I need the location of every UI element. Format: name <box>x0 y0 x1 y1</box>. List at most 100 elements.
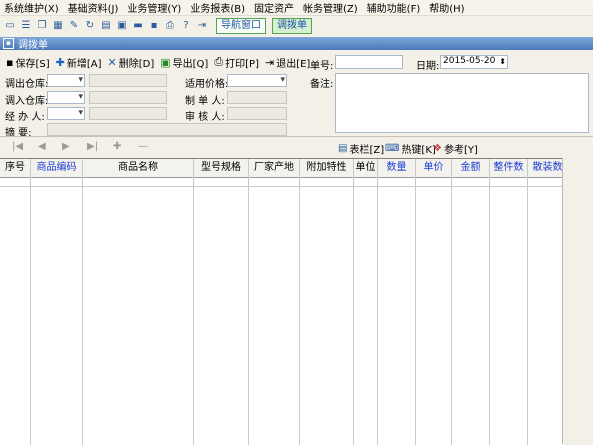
add-record-icon[interactable]: ✚ <box>113 141 121 152</box>
out-warehouse-select[interactable] <box>47 74 85 87</box>
plus-icon: ✚ <box>55 55 65 69</box>
keyboard-icon: ⌨ <box>385 143 400 154</box>
date-spinner-icon[interactable]: ⬍ <box>499 56 506 67</box>
add-button[interactable]: ✚ 新增[A] <box>56 55 102 70</box>
handler-label: 经 办 人: <box>5 112 45 123</box>
columns-button[interactable]: ▤ 表栏[Z] <box>338 141 384 156</box>
doc-no-input[interactable] <box>335 55 403 69</box>
save-icon[interactable]: ▪ <box>147 19 161 33</box>
export-icon[interactable]: ⇥ <box>195 19 209 33</box>
stack-icon[interactable]: ▤ <box>99 19 113 33</box>
menu-accounts[interactable]: 帐务管理(Z) <box>299 0 363 15</box>
grid-side-panel <box>562 158 593 444</box>
out-warehouse-label: 调出仓库: <box>5 79 49 90</box>
prev-record-icon[interactable]: ◀ <box>38 141 46 152</box>
window-icon: ▪ <box>3 38 14 49</box>
print-icon[interactable]: ⎙ <box>163 19 177 33</box>
reviewer-field <box>227 107 287 120</box>
remarks-textarea[interactable] <box>335 73 589 133</box>
in-warehouse-select[interactable] <box>47 91 85 104</box>
in-warehouse-name <box>89 91 167 104</box>
column-header-1[interactable]: 序号 <box>0 159 31 177</box>
column-header-3[interactable]: 商品名称 <box>83 159 194 177</box>
column-header-8[interactable]: 数量 <box>378 159 416 177</box>
reviewer-label: 审 核 人: <box>185 112 225 123</box>
menu-auxiliary[interactable]: 辅助功能(F) <box>363 0 426 15</box>
column-header-7[interactable]: 单位 <box>354 159 378 177</box>
next-record-icon[interactable]: ▶ <box>62 141 70 152</box>
price-select[interactable] <box>227 74 287 87</box>
handler-name <box>89 107 167 120</box>
price-label: 适用价格: <box>185 79 229 90</box>
menu-system[interactable]: 系统维护(X) <box>0 0 64 15</box>
grid-column-line <box>451 159 452 445</box>
grid-column-line <box>193 159 194 445</box>
quick-toolbar: ▭ ☰ ❐ ▦ ✎ ↻ ▤ ▣ ▬ ▪ ⎙ ? ⇥ 导航窗口 调拨单 <box>0 16 593 35</box>
column-header-5[interactable]: 厂家产地 <box>249 159 300 177</box>
remarks-label: 备注: <box>310 79 334 90</box>
in-warehouse-label: 调入仓库: <box>5 96 49 107</box>
remove-record-icon[interactable]: — <box>138 141 148 152</box>
export-button[interactable]: ▣ 导出[Q] <box>160 55 208 70</box>
save-icon: ▪ <box>6 55 14 69</box>
table-icon: ▤ <box>338 143 348 154</box>
reference-button[interactable]: ❖ 参考[Y] <box>433 141 478 156</box>
display-icon[interactable]: ▬ <box>131 19 145 33</box>
grid-column-line <box>527 159 528 445</box>
column-header-9[interactable]: 单价 <box>416 159 452 177</box>
tool-icon[interactable]: ✎ <box>67 19 81 33</box>
grid-icon[interactable]: ▦ <box>51 19 65 33</box>
hotkey-button[interactable]: ⌨ 热键[K] <box>385 141 436 156</box>
copy-icon[interactable]: ❐ <box>35 19 49 33</box>
menu-business[interactable]: 业务管理(Y) <box>123 0 186 15</box>
grid-column-line <box>489 159 490 445</box>
column-header-11[interactable]: 整件数 <box>490 159 528 177</box>
print-icon: ⎙ <box>214 55 224 68</box>
items-grid[interactable]: 序号 商品编码 商品名称 型号规格 厂家产地 附加特性 单位 数量 单价 金额 整件数 散装数 <box>0 158 568 445</box>
exit-icon: ⇥ <box>264 55 275 69</box>
document-title: 调拨单 <box>18 40 48 51</box>
close-icon: ✕ <box>107 55 117 69</box>
list-icon[interactable]: ☰ <box>19 19 33 33</box>
record-navigation: |◀ ◀ ▶ ▶| ✚ — <box>0 141 593 157</box>
date-label: 日期: <box>416 61 440 72</box>
grid-column-line <box>377 159 378 445</box>
refresh-icon[interactable]: ↻ <box>83 19 97 33</box>
maker-field <box>227 91 287 104</box>
delete-button[interactable]: ✕ 删除[D] <box>108 55 155 70</box>
column-header-4[interactable]: 型号规格 <box>194 159 249 177</box>
handler-select[interactable] <box>47 107 85 120</box>
menu-reports[interactable]: 业务报表(B) <box>186 0 250 15</box>
menu-fixed-assets[interactable]: 固定资产 <box>250 0 299 15</box>
grid-column-line <box>353 159 354 445</box>
menu-basic-data[interactable]: 基础资料(J) <box>64 0 124 15</box>
transfer-tab-button[interactable]: 调拨单 <box>272 17 312 34</box>
grid-header: 序号 商品编码 商品名称 型号规格 厂家产地 附加特性 单位 数量 单价 金额 整件数 散装数 <box>0 159 568 178</box>
column-header-2[interactable]: 商品编码 <box>31 159 83 177</box>
grid-column-line <box>248 159 249 445</box>
nav-window-button[interactable]: 导航窗口 <box>216 17 266 34</box>
exit-button[interactable]: ⇥ 退出[E] <box>265 55 310 70</box>
date-value: 2015-05-20 <box>443 56 496 66</box>
date-input[interactable]: 2015-05-20 ⬍ <box>440 55 508 69</box>
column-header-10[interactable]: 金额 <box>452 159 490 177</box>
document-title-bar: ▪ 调拨单 <box>0 37 593 51</box>
grid-column-line <box>82 159 83 445</box>
box-icon[interactable]: ▣ <box>115 19 129 33</box>
grid-row[interactable] <box>0 186 562 187</box>
last-record-icon[interactable]: ▶| <box>87 141 98 152</box>
new-doc-icon[interactable]: ▭ <box>3 19 17 33</box>
print-button[interactable]: ⎙ 打印[P] <box>214 55 259 70</box>
export-icon: ▣ <box>160 55 171 69</box>
summary-input[interactable] <box>47 123 287 136</box>
save-button[interactable]: ▪ 保存[S] <box>6 55 50 70</box>
out-warehouse-name <box>89 74 167 87</box>
grid-column-line <box>299 159 300 445</box>
column-header-6[interactable]: 附加特性 <box>300 159 354 177</box>
section-divider <box>0 136 593 137</box>
menu-bar: 系统维护(X) 基础资料(J) 业务管理(Y) 业务报表(B) 固定资产 帐务管… <box>0 0 593 16</box>
first-record-icon[interactable]: |◀ <box>12 141 23 152</box>
help-icon[interactable]: ? <box>179 19 193 33</box>
menu-help[interactable]: 帮助(H) <box>425 0 469 15</box>
grid-column-line <box>30 159 31 445</box>
